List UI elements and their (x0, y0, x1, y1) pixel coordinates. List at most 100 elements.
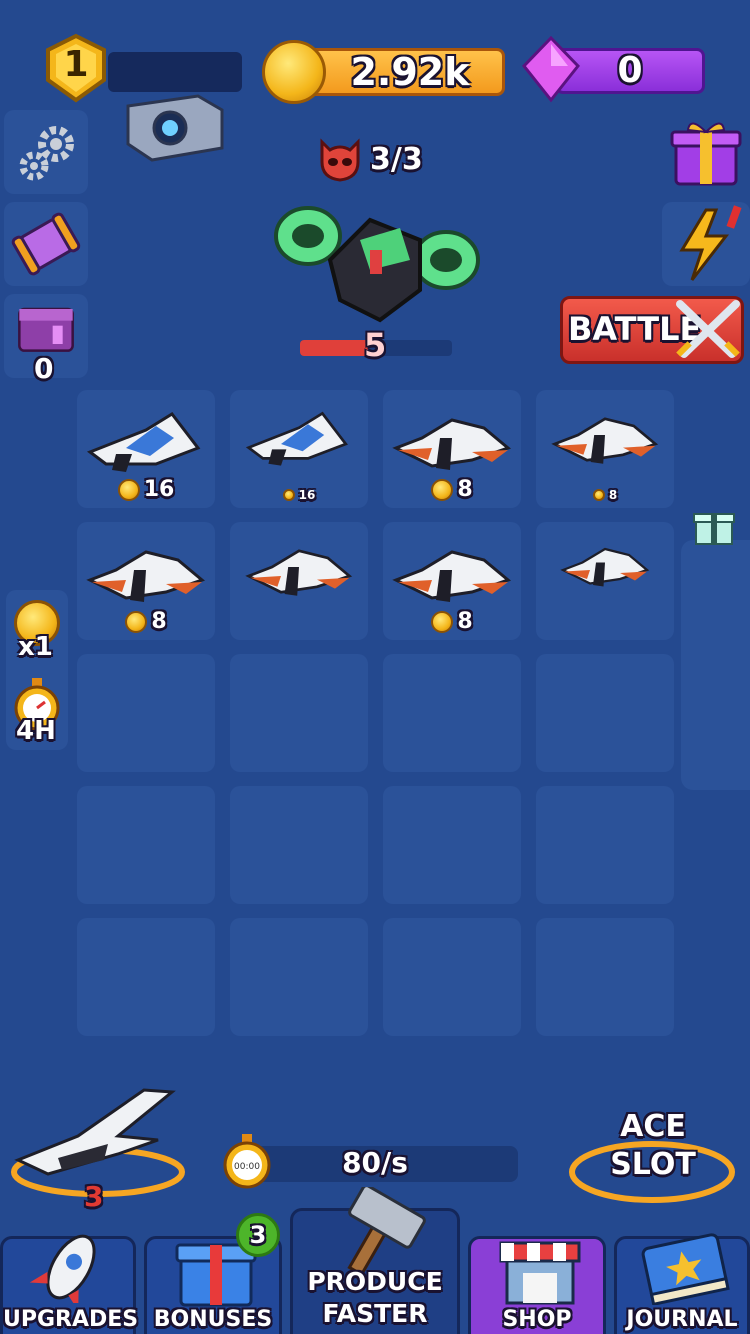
plane-income-value: 8 (457, 477, 473, 502)
grid-cell[interactable] (383, 918, 521, 1036)
orange-fighter-plane (392, 418, 512, 470)
plane-income-value: 8 (608, 488, 618, 502)
plane-unit[interactable] (77, 408, 215, 478)
boost-timer: 4H (16, 716, 56, 746)
crossed-swords-icon (676, 300, 740, 358)
supply-crate-icon[interactable] (118, 86, 228, 166)
small-gift-icon[interactable] (692, 504, 736, 546)
blue-fighter-plane (245, 411, 348, 466)
nav-bonuses-label: BONUSES (153, 1307, 273, 1332)
grid-cell[interactable] (230, 522, 368, 640)
grid-cell[interactable] (77, 918, 215, 1036)
production-stopwatch-icon: 00:00 (223, 1134, 271, 1189)
coin-icon (262, 40, 326, 104)
produce-line2: FASTER (322, 1299, 428, 1328)
grid-cell[interactable]: 16 (77, 390, 215, 508)
grid-cell[interactable] (230, 654, 368, 772)
plane-unit[interactable] (383, 408, 521, 478)
enemy-kill-counter: 3/3 (370, 142, 423, 177)
grid-cell[interactable]: 16 (230, 390, 368, 508)
orange-fighter-plane (245, 549, 353, 596)
nav-shop[interactable]: SHOP (468, 1236, 606, 1334)
coin-multiplier: x1 (18, 632, 53, 662)
blue-fighter-plane (86, 412, 201, 472)
grid-cell[interactable]: 8 (77, 522, 215, 640)
nav-journal-label: JOURNAL (626, 1307, 738, 1332)
production-rate: 80/s (342, 1146, 408, 1179)
coin-icon (125, 610, 148, 633)
rocket-icon (29, 1234, 96, 1303)
plane-income: 8 (383, 609, 521, 634)
grid-cell[interactable] (536, 522, 674, 640)
produce-line1: PRODUCE (307, 1267, 443, 1296)
nav-journal[interactable]: JOURNAL (614, 1233, 750, 1334)
ace-slot-line1: ACE (620, 1109, 686, 1144)
settings-button[interactable] (4, 110, 88, 194)
gear-icon (19, 126, 74, 181)
coin-amount: 2.92k (350, 50, 470, 94)
booster-button[interactable] (4, 202, 88, 286)
plane-income: 8 (536, 488, 674, 502)
gem-icon (522, 36, 580, 103)
ace-slot-label: ACE SLOT (600, 1108, 706, 1184)
plane-income-value: 16 (298, 488, 316, 502)
orange-fighter-plane (551, 417, 659, 464)
plane-unit[interactable] (536, 540, 674, 593)
plane-income: 16 (77, 477, 215, 502)
bonuses-badge: 3 (236, 1213, 280, 1257)
nav-shop-label: SHOP (502, 1307, 572, 1332)
chest-count: 0 (34, 352, 54, 385)
orange-fighter-plane (560, 547, 650, 587)
plane-income-value: 16 (143, 477, 175, 502)
plane-income: 8 (383, 477, 521, 502)
battery-icon (11, 212, 81, 276)
grid-cell[interactable]: 8 (383, 522, 521, 640)
coin-icon (592, 489, 605, 501)
enemy-drone[interactable] (270, 200, 482, 336)
ace-slot-line2: SLOT (610, 1147, 696, 1182)
plane-income-value: 8 (151, 609, 167, 634)
enemy-health-fill (300, 340, 369, 356)
produce-faster-button[interactable]: PRODUCE FASTER (290, 1187, 460, 1334)
plane-unit[interactable] (536, 408, 674, 471)
produce-faster-label: PRODUCE FASTER (293, 1266, 457, 1330)
grid-cell[interactable] (77, 786, 215, 904)
grid-cell[interactable]: 8 (383, 390, 521, 508)
enemy-level: 5 (364, 326, 387, 364)
plane-unit[interactable] (383, 540, 521, 610)
journal-book-icon (641, 1233, 730, 1305)
shop-icon (499, 1241, 581, 1305)
hammer-icon (347, 1187, 426, 1277)
plane-income-value: 8 (457, 609, 473, 634)
skull-icon (320, 138, 360, 182)
grid-cell[interactable] (230, 786, 368, 904)
gift-icon[interactable] (668, 112, 744, 188)
plane-income: 16 (230, 488, 368, 502)
coin-icon (431, 478, 454, 501)
plane-income: 8 (77, 609, 215, 634)
lightning-icon (679, 205, 742, 281)
gem-amount: 0 (617, 50, 643, 91)
coin-icon (117, 478, 140, 501)
plane-unit[interactable] (77, 540, 215, 610)
plane-unit[interactable] (230, 408, 368, 471)
coin-icon (431, 610, 454, 633)
ace-level: 3 (84, 1180, 104, 1213)
grid-cell[interactable] (230, 918, 368, 1036)
nav-upgrades-label: UPGRADES (3, 1307, 139, 1332)
grid-cell[interactable] (536, 654, 674, 772)
grid-cell[interactable]: 8 (536, 390, 674, 508)
grid-cell[interactable] (383, 654, 521, 772)
coin-icon (282, 489, 295, 501)
grid-cell[interactable] (383, 786, 521, 904)
plane-unit[interactable] (230, 540, 368, 603)
grid-cell[interactable] (536, 918, 674, 1036)
player-level: 1 (63, 44, 89, 85)
grid-cell[interactable] (77, 654, 215, 772)
side-drawer[interactable] (681, 540, 750, 790)
grid-cell[interactable] (536, 786, 674, 904)
stopwatch-text: 00:00 (234, 1162, 260, 1172)
energy-button[interactable] (662, 202, 750, 286)
orange-fighter-plane (392, 550, 512, 602)
nav-upgrades[interactable]: UPGRADES (0, 1234, 139, 1334)
